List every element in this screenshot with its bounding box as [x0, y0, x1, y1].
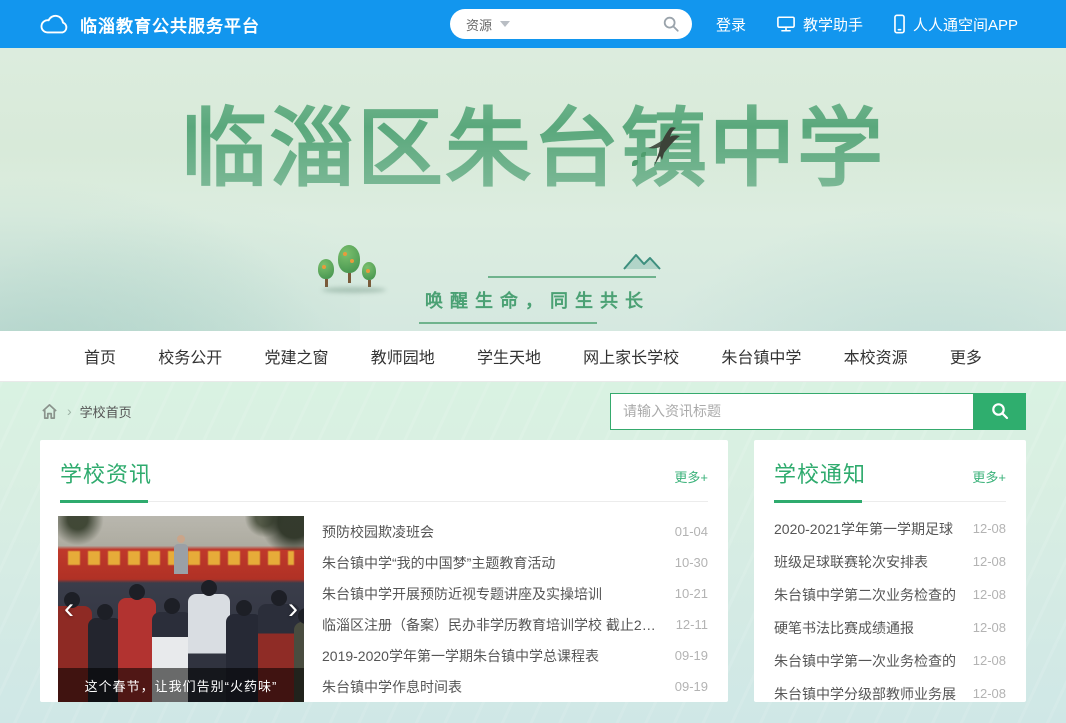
- notices-list: 2020-2021学年第一学期足球 12-08 班级足球联赛轮次安排表 12-0…: [754, 503, 1026, 710]
- teaching-assistant-link[interactable]: 教学助手: [776, 14, 863, 35]
- breadcrumb-current[interactable]: 学校首页: [80, 402, 132, 421]
- news-search-bar: [610, 393, 1026, 430]
- breadcrumb-row: › 学校首页: [40, 382, 1026, 440]
- top-search-box[interactable]: 资源: [450, 9, 692, 39]
- home-icon[interactable]: [40, 402, 59, 421]
- breadcrumb: › 学校首页: [40, 402, 132, 421]
- school-notices-card: 学校通知 更多+ 2020-2021学年第一学期足球 12-08 班级足球联赛轮…: [754, 440, 1026, 702]
- notice-item-date: 12-08: [973, 686, 1006, 701]
- notice-list-item[interactable]: 朱台镇中学分级部教师业务展 12-08: [774, 677, 1006, 710]
- nav-item-zhutai-school[interactable]: 朱台镇中学: [715, 344, 807, 368]
- search-category-select[interactable]: 资源: [466, 15, 492, 34]
- search-icon[interactable]: [662, 15, 680, 33]
- teaching-assistant-label: 教学助手: [803, 14, 863, 35]
- main-navigation: 首页 校务公开 党建之窗 教师园地 学生天地 网上家长学校 朱台镇中学 本校资源…: [0, 331, 1066, 382]
- platform-brand[interactable]: 临淄教育公共服务平台: [40, 12, 260, 37]
- notice-item-title[interactable]: 硬笔书法比赛成绩通报: [774, 618, 928, 638]
- news-search-input[interactable]: [610, 393, 974, 430]
- banner-slogan: 唤醒生命，同生共长: [425, 278, 650, 322]
- news-item-title[interactable]: 朱台镇中学“我的中国梦”主题教育活动: [322, 553, 569, 573]
- school-banner: 临淄区朱台镇中学 唤醒生命，同生共长: [0, 48, 1066, 331]
- nav-item-student-world[interactable]: 学生天地: [471, 344, 547, 368]
- news-item-title[interactable]: 朱台镇中学作息时间表: [322, 677, 476, 697]
- school-notices-header: 学校通知 更多+: [754, 440, 1026, 489]
- notice-item-title[interactable]: 朱台镇中学第二次业务检查的: [774, 585, 970, 605]
- nav-item-school-resources[interactable]: 本校资源: [838, 344, 914, 368]
- news-item-date: 01-04: [675, 524, 708, 539]
- notice-list-item[interactable]: 朱台镇中学第一次业务检查的 12-08: [774, 644, 1006, 677]
- top-bar: 临淄教育公共服务平台 资源 登录 教学助手: [0, 0, 1066, 48]
- notice-item-title[interactable]: 朱台镇中学分级部教师业务展: [774, 684, 970, 704]
- carousel-caption[interactable]: 这个春节，让我们告别“火药味”: [58, 668, 304, 702]
- mountain-icon: [622, 251, 668, 271]
- swallow-bird-icon: [640, 126, 692, 172]
- carousel-prev-arrow[interactable]: ‹: [64, 594, 74, 624]
- title-underline: [60, 500, 708, 503]
- news-carousel-photo[interactable]: ‹ › 这个春节，让我们告别“火药味”: [58, 516, 304, 702]
- news-search-button[interactable]: [974, 393, 1026, 430]
- news-item-title[interactable]: 预防校园欺凌班会: [322, 522, 448, 542]
- news-list-item[interactable]: 朱台镇中学作息时间表 09-19: [322, 671, 708, 702]
- notice-item-title[interactable]: 2020-2021学年第一学期足球: [774, 519, 967, 539]
- news-list-item[interactable]: 朱台镇中学开展预防近视专题讲座及实操培训 10-21: [322, 578, 708, 609]
- news-item-title[interactable]: 临淄区注册（备案）民办非学历教育培训学校 截止2019: [322, 615, 676, 635]
- school-news-header: 学校资讯 更多+: [40, 440, 728, 489]
- notice-list-item[interactable]: 硬笔书法比赛成绩通报 12-08: [774, 611, 1006, 644]
- news-list-item[interactable]: 临淄区注册（备案）民办非学历教育培训学校 截止2019 12-11: [322, 609, 708, 640]
- breadcrumb-separator: ›: [67, 403, 72, 419]
- title-underline: [774, 500, 1006, 503]
- nav-list: 首页 校务公开 党建之窗 教师园地 学生天地 网上家长学校 朱台镇中学 本校资源…: [0, 331, 1066, 381]
- content-area: › 学校首页 学校资讯 更多+: [0, 382, 1066, 723]
- monitor-icon: [776, 15, 796, 33]
- photo-speaker: [174, 544, 188, 574]
- news-item-date: 12-11: [676, 617, 708, 632]
- school-news-more-link[interactable]: 更多+: [674, 467, 708, 486]
- school-news-title: 学校资讯: [60, 457, 152, 489]
- notice-list-item[interactable]: 朱台镇中学第二次业务检查的 12-08: [774, 578, 1006, 611]
- school-notices-more-link[interactable]: 更多+: [972, 467, 1006, 486]
- nav-item-more[interactable]: 更多: [944, 344, 988, 368]
- chevron-down-icon: [500, 21, 510, 27]
- school-news-card: 学校资讯 更多+: [40, 440, 728, 702]
- renrentong-app-link[interactable]: 人人通空间APP: [893, 14, 1018, 35]
- carousel-next-arrow[interactable]: ›: [288, 594, 298, 624]
- news-list-item[interactable]: 2019-2020学年第一学期朱台镇中学总课程表 09-19: [322, 640, 708, 671]
- notice-item-date: 12-08: [973, 653, 1006, 668]
- trees-illustration: [318, 238, 388, 293]
- school-notices-title: 学校通知: [774, 457, 866, 489]
- nav-item-party-building[interactable]: 党建之窗: [258, 344, 334, 368]
- news-list-item[interactable]: 朱台镇中学“我的中国梦”主题教育活动 10-30: [322, 547, 708, 578]
- news-list-item[interactable]: 预防校园欺凌班会 01-04: [322, 516, 708, 547]
- notice-item-title[interactable]: 班级足球联赛轮次安排表: [774, 552, 942, 572]
- notice-item-date: 12-08: [973, 587, 1006, 602]
- login-label: 登录: [716, 14, 746, 35]
- notice-item-date: 12-08: [973, 620, 1006, 635]
- news-item-date: 09-19: [675, 648, 708, 663]
- news-item-date: 09-19: [675, 679, 708, 694]
- notice-item-date: 12-08: [973, 521, 1006, 536]
- nav-item-teacher-garden[interactable]: 教师园地: [365, 344, 441, 368]
- notice-list-item[interactable]: 2020-2021学年第一学期足球 12-08: [774, 512, 1006, 545]
- nav-item-parent-school[interactable]: 网上家长学校: [577, 344, 685, 368]
- top-links: 登录 教学助手 人人通空间APP: [716, 0, 1018, 48]
- phone-icon: [893, 14, 906, 34]
- login-link[interactable]: 登录: [716, 14, 746, 35]
- notice-item-date: 12-08: [973, 554, 1006, 569]
- news-item-title[interactable]: 2019-2020学年第一学期朱台镇中学总课程表: [322, 646, 613, 666]
- news-item-date: 10-30: [675, 555, 708, 570]
- banner-slogan-block: 唤醒生命，同生共长: [425, 276, 650, 324]
- notice-item-title[interactable]: 朱台镇中学第一次业务检查的: [774, 651, 970, 671]
- cards-row: 学校资讯 更多+: [40, 440, 1026, 702]
- renrentong-app-label: 人人通空间APP: [913, 14, 1018, 35]
- school-name-title: 临淄区朱台镇中学: [0, 48, 1066, 192]
- notice-list-item[interactable]: 班级足球联赛轮次安排表 12-08: [774, 545, 1006, 578]
- news-list: 预防校园欺凌班会 01-04 朱台镇中学“我的中国梦”主题教育活动 10-30 …: [322, 516, 708, 702]
- platform-title: 临淄教育公共服务平台: [80, 12, 260, 37]
- nav-item-school-affairs[interactable]: 校务公开: [152, 344, 228, 368]
- nav-item-home[interactable]: 首页: [78, 344, 122, 368]
- news-item-title[interactable]: 朱台镇中学开展预防近视专题讲座及实操培训: [322, 584, 616, 604]
- news-item-date: 10-21: [675, 586, 708, 601]
- cloud-icon: [40, 13, 70, 35]
